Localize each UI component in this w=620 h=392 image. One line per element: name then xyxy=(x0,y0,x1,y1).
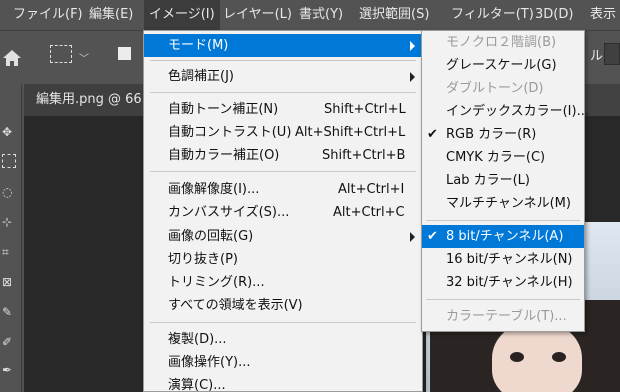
menu-separator xyxy=(150,322,416,323)
mode-item-lab-color[interactable]: Lab カラー(L) xyxy=(422,169,584,192)
document-tab[interactable]: 編集用.png @ 66 xyxy=(24,84,146,116)
menu-item-auto-color[interactable]: 自動カラー補正(O) Shift+Ctrl+B xyxy=(144,144,422,167)
mode-item-duotone[interactable]: ダブルトーン(D) xyxy=(422,77,584,100)
submenu-arrow-icon xyxy=(410,72,415,82)
mode-item-cmyk-color[interactable]: CMYK カラー(C) xyxy=(422,146,584,169)
mode-submenu: モノクロ２階調(B) グレースケール(G) ダブルトーン(D) インデックスカラ… xyxy=(421,30,589,332)
mode-item-bitmap[interactable]: モノクロ２階調(B) xyxy=(422,31,584,54)
menu-image[interactable]: イメージ(I) xyxy=(144,0,220,30)
menu-select[interactable]: 選択範囲(S) xyxy=(354,0,434,30)
menu-separator xyxy=(426,220,580,221)
move-tool-icon[interactable]: ✥ xyxy=(2,124,18,140)
home-icon[interactable] xyxy=(2,48,22,68)
submenu-arrow-icon xyxy=(410,232,415,242)
mode-item-grayscale[interactable]: グレースケール(G) xyxy=(422,54,584,77)
menu-item-adjustments[interactable]: 色調補正(J) xyxy=(144,65,422,88)
menu-bar: ファイル(F) 編集(E) イメージ(I) レイヤー(L) 書式(Y) 選択範囲… xyxy=(0,0,620,30)
menu-layer[interactable]: レイヤー(L) xyxy=(218,0,297,30)
eyedropper-icon[interactable]: ✎ xyxy=(2,304,18,320)
checkmark-icon: ✔ xyxy=(427,229,438,244)
menu-item-apply-image[interactable]: 画像操作(Y)... xyxy=(144,351,422,374)
image-eye-right xyxy=(552,352,566,362)
new-selection-icon[interactable] xyxy=(118,47,131,60)
mode-item-multichannel[interactable]: マルチチャンネル(M) xyxy=(422,192,584,215)
menu-file[interactable]: ファイル(F) xyxy=(8,0,88,30)
image-menu-dropdown: モード(M) 色調補正(J) 自動トーン補正(N) Shift+Ctrl+L 自… xyxy=(143,30,423,392)
submenu-arrow-icon xyxy=(410,41,415,51)
menu-item-trim[interactable]: トリミング(R)... xyxy=(144,271,422,294)
menu-separator xyxy=(150,60,416,61)
checkmark-icon: ✔ xyxy=(427,127,438,142)
menu-item-crop[interactable]: 切り抜き(P) xyxy=(144,248,422,271)
quick-select-icon[interactable]: ⊹ xyxy=(2,214,18,230)
menu-item-calculations[interactable]: 演算(C)... xyxy=(144,374,422,392)
lasso-tool-icon[interactable]: ◌ xyxy=(2,184,18,200)
frame-tool-icon[interactable]: ⊠ xyxy=(2,274,18,290)
menu-item-image-size[interactable]: 画像解像度(I)... Alt+Ctrl+I xyxy=(144,178,422,201)
mode-item-32bit[interactable]: 32 bit/チャンネル(H) xyxy=(422,271,584,294)
menu-item-image-rotation[interactable]: 画像の回転(G) xyxy=(144,225,422,248)
mode-item-indexed-color[interactable]: インデックスカラー(I)... xyxy=(422,100,589,123)
menu-3d[interactable]: 3D(D) xyxy=(530,0,578,30)
healing-brush-icon[interactable]: ✐ xyxy=(2,334,18,350)
brush-tool-icon[interactable]: ✒ xyxy=(2,362,18,378)
menu-view[interactable]: 表示 xyxy=(585,0,620,30)
mode-item-color-table[interactable]: カラーテーブル(T)... xyxy=(422,305,584,328)
image-eye-left xyxy=(510,352,524,362)
menu-separator xyxy=(426,299,580,300)
mode-item-16bit[interactable]: 16 bit/チャンネル(N) xyxy=(422,248,584,271)
marquee-tool-icon[interactable] xyxy=(2,154,16,168)
menu-separator xyxy=(150,171,416,172)
menu-item-auto-tone[interactable]: 自動トーン補正(N) Shift+Ctrl+L xyxy=(144,98,422,121)
mode-item-8bit[interactable]: ✔ 8 bit/チャンネル(A) xyxy=(422,225,584,248)
menu-item-auto-contrast[interactable]: 自動コントラスト(U) Alt+Shift+Ctrl+L xyxy=(144,121,422,144)
menu-filter[interactable]: フィルター(T) xyxy=(446,0,539,30)
menu-item-canvas-size[interactable]: カンバスサイズ(S)... Alt+Ctrl+C xyxy=(144,201,422,224)
tools-panel: ✥ ◌ ⊹ ⌗ ⊠ ✎ ✐ ✒ xyxy=(0,84,22,392)
menu-edit[interactable]: 編集(E) xyxy=(84,0,138,30)
rectangular-marquee-icon[interactable] xyxy=(50,45,72,63)
mode-item-rgb-color[interactable]: ✔ RGB カラー(R) xyxy=(422,123,584,146)
menu-type[interactable]: 書式(Y) xyxy=(294,0,348,30)
image-face xyxy=(492,322,582,392)
chevron-down-icon[interactable]: ﹀ xyxy=(79,50,89,65)
menu-item-reveal-all[interactable]: すべての領域を表示(V) xyxy=(144,294,422,317)
menu-separator xyxy=(150,92,416,93)
options-right-field[interactable] xyxy=(604,43,620,65)
menu-item-mode[interactable]: モード(M) xyxy=(144,34,422,57)
menu-item-duplicate[interactable]: 複製(D)... xyxy=(144,328,422,351)
crop-tool-icon[interactable]: ⌗ xyxy=(2,244,18,260)
